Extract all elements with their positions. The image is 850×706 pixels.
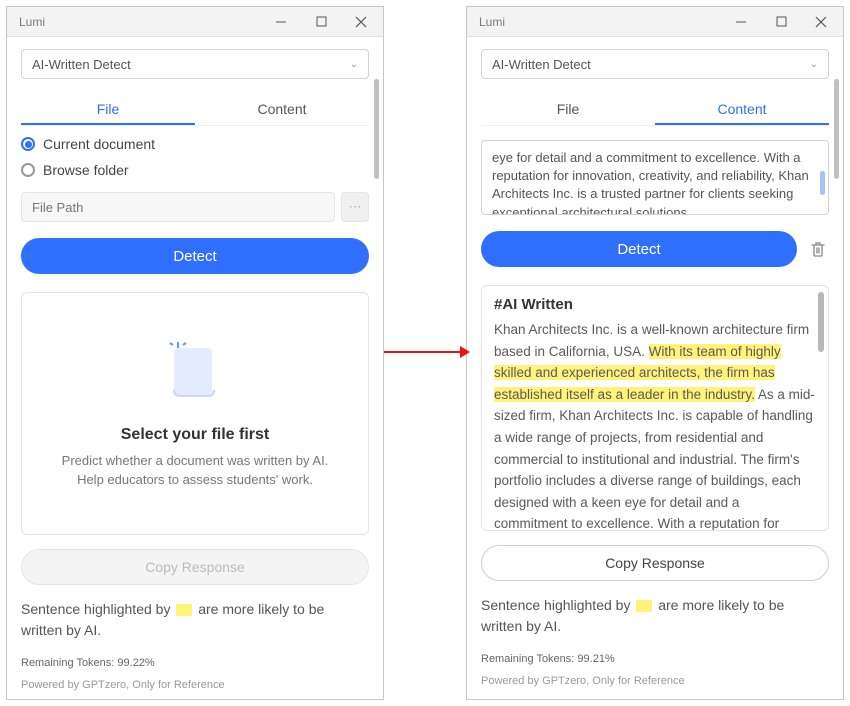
tab-file[interactable]: File: [21, 93, 195, 125]
legend-a: Sentence highlighted by: [481, 597, 634, 613]
app-title: Lumi: [19, 15, 261, 29]
result-post: As a mid-sized firm, Khan Architects Inc…: [494, 387, 815, 531]
placeholder-body: Predict whether a document was written b…: [52, 452, 338, 488]
copy-response-button-disabled: Copy Response: [21, 549, 369, 585]
radio-icon-unchecked: [21, 163, 35, 177]
tab-file-label: File: [97, 101, 120, 117]
result-scrollbar[interactable]: [818, 292, 824, 352]
placeholder-heading: Select your file first: [121, 426, 270, 444]
tabs: File Content: [481, 93, 829, 126]
textarea-scrollbar[interactable]: [820, 171, 825, 195]
mode-select[interactable]: AI-Written Detect ⌄: [481, 49, 829, 79]
window-left: Lumi AI-Written Detect ⌄ File Content: [6, 6, 384, 700]
radio-current-label: Current document: [43, 136, 155, 152]
chevron-down-icon: ⌄: [810, 59, 818, 70]
content-textarea[interactable]: eye for detail and a commitment to excel…: [481, 140, 829, 215]
powered-by: Powered by GPTzero, Only for Reference: [21, 679, 369, 691]
radio-current-document[interactable]: Current document: [21, 136, 369, 152]
content-preview-text: eye for detail and a commitment to excel…: [492, 150, 809, 215]
detect-button[interactable]: Detect: [481, 231, 797, 267]
copy-response-button[interactable]: Copy Response: [481, 545, 829, 581]
result-card: #AI Written Khan Architects Inc. is a we…: [481, 285, 829, 531]
titlebar: Lumi: [7, 7, 383, 37]
maximize-button[interactable]: [761, 7, 801, 37]
remaining-tokens: Remaining Tokens: 99.22%: [21, 657, 369, 669]
tab-content-label: Content: [717, 101, 766, 117]
tabs: File Content: [21, 93, 369, 126]
chevron-down-icon: ⌄: [350, 59, 358, 70]
tab-content-label: Content: [257, 101, 306, 117]
minimize-button[interactable]: [261, 7, 301, 37]
minimize-button[interactable]: [721, 7, 761, 37]
tab-file[interactable]: File: [481, 93, 655, 125]
powered-by: Powered by GPTzero, Only for Reference: [481, 675, 829, 687]
tab-file-label: File: [557, 101, 580, 117]
radio-browse-folder[interactable]: Browse folder: [21, 162, 369, 178]
detect-button[interactable]: Detect: [21, 238, 369, 274]
maximize-button[interactable]: [301, 7, 341, 37]
tab-content[interactable]: Content: [655, 93, 829, 125]
delete-button[interactable]: [807, 238, 829, 260]
remaining-tokens: Remaining Tokens: 99.21%: [481, 653, 829, 665]
mode-select-label: AI-Written Detect: [492, 57, 591, 72]
tab-content[interactable]: Content: [195, 93, 369, 125]
mode-select-label: AI-Written Detect: [32, 57, 131, 72]
close-button[interactable]: [341, 7, 381, 37]
close-button[interactable]: [801, 7, 841, 37]
radio-icon-checked: [21, 137, 35, 151]
highlight-swatch-icon: [176, 604, 192, 616]
result-body: Khan Architects Inc. is a well-known arc…: [494, 319, 816, 531]
browse-button[interactable]: ⋯: [341, 192, 369, 222]
scrollbar[interactable]: [834, 79, 839, 691]
legend-a: Sentence highlighted by: [21, 601, 174, 617]
scrollbar[interactable]: [374, 79, 379, 691]
filepath-input[interactable]: [21, 192, 335, 222]
file-illustration-icon: [160, 338, 230, 408]
trash-icon: [809, 240, 827, 258]
result-heading: #AI Written: [494, 296, 816, 313]
titlebar: Lumi: [467, 7, 843, 37]
placeholder-card: Select your file first Predict whether a…: [21, 292, 369, 535]
legend-text: Sentence highlighted by are more likely …: [481, 595, 829, 637]
app-title: Lumi: [479, 15, 721, 29]
mode-select[interactable]: AI-Written Detect ⌄: [21, 49, 369, 79]
highlight-swatch-icon: [636, 600, 652, 612]
radio-browse-label: Browse folder: [43, 162, 129, 178]
window-right: Lumi AI-Written Detect ⌄ File Content: [466, 6, 844, 700]
legend-text: Sentence highlighted by are more likely …: [21, 599, 369, 641]
